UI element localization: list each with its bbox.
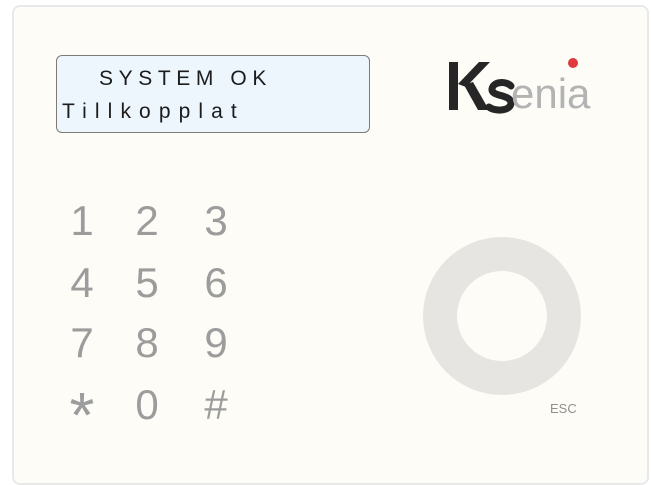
esc-button[interactable]: ESC: [550, 401, 577, 416]
key-star[interactable]: *: [56, 379, 108, 451]
svg-text:enia: enia: [511, 70, 591, 116]
navigation-ring-button[interactable]: [423, 237, 581, 395]
key-2[interactable]: 2: [121, 196, 173, 246]
lcd-line-2: Tillkopplat: [62, 100, 245, 123]
ring-center-button[interactable]: [457, 271, 547, 361]
key-3[interactable]: 3: [190, 196, 242, 246]
ksenia-logo: enia: [449, 58, 591, 116]
key-4[interactable]: 4: [56, 258, 108, 308]
key-7[interactable]: 7: [56, 318, 108, 368]
lcd-display: SYSTEM OK Tillkopplat: [56, 55, 370, 133]
key-8[interactable]: 8: [121, 318, 173, 368]
key-6[interactable]: 6: [190, 258, 242, 308]
key-0[interactable]: 0: [121, 380, 173, 430]
key-1[interactable]: 1: [56, 196, 108, 246]
lcd-line-1: SYSTEM OK: [99, 67, 272, 90]
key-hash[interactable]: #: [190, 380, 242, 430]
key-9[interactable]: 9: [190, 318, 242, 368]
key-5[interactable]: 5: [121, 258, 173, 308]
